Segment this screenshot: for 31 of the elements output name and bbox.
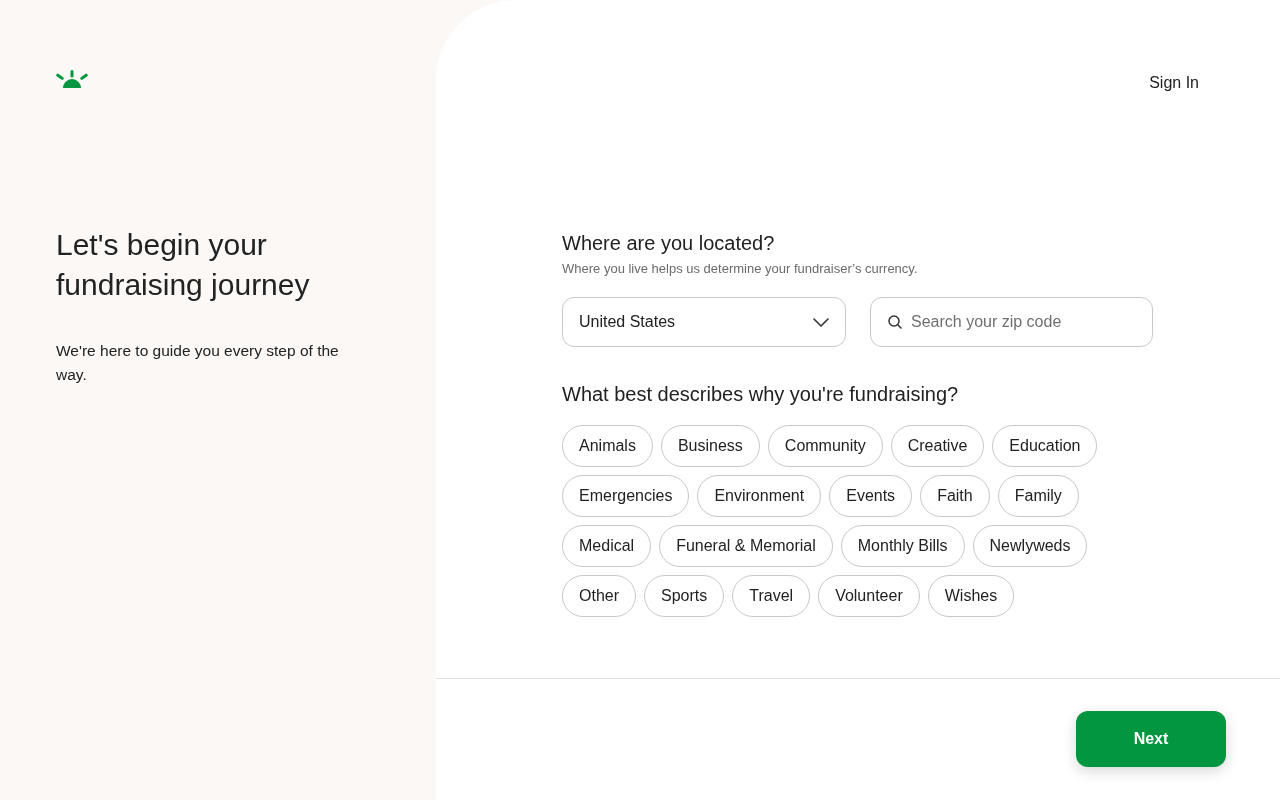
next-button[interactable]: Next: [1076, 711, 1226, 767]
category-chip[interactable]: Medical: [562, 525, 652, 567]
category-chip[interactable]: Events: [829, 475, 913, 517]
category-chip[interactable]: Sports: [644, 575, 725, 617]
category-chip[interactable]: Volunteer: [818, 575, 920, 617]
search-icon: [888, 315, 902, 329]
category-chip[interactable]: Wishes: [927, 575, 1015, 617]
sign-in-link[interactable]: Sign In: [1149, 73, 1199, 93]
chevron-down-icon: [813, 317, 829, 327]
location-question: Where are you located?: [562, 231, 776, 256]
intro-text: We're here to guide you every step of the way.: [56, 341, 340, 385]
category-chip[interactable]: Family: [997, 475, 1079, 517]
country-select[interactable]: United States: [562, 297, 846, 347]
category-chip[interactable]: Education: [992, 425, 1098, 467]
category-chip[interactable]: Animals: [562, 425, 653, 467]
category-question: What best describes why you're fundraising?: [562, 382, 960, 407]
category-chip[interactable]: Emergencies: [562, 475, 690, 517]
location-hint: Where you live helps us determine your fundraiser’s currency.: [562, 260, 919, 278]
category-chip[interactable]: Faith: [920, 475, 990, 517]
category-chip[interactable]: Environment: [697, 475, 822, 517]
category-chip[interactable]: Creative: [890, 425, 985, 467]
category-chip[interactable]: Community: [767, 425, 883, 467]
category-chip[interactable]: Monthly Bills: [840, 525, 965, 567]
sun-logo-icon[interactable]: [56, 70, 88, 88]
category-chip[interactable]: Funeral & Memorial: [659, 525, 833, 567]
category-chip[interactable]: Newlyweds: [972, 525, 1088, 567]
category-chip[interactable]: Other: [562, 575, 636, 617]
category-chip[interactable]: Travel: [732, 575, 811, 617]
category-chip[interactable]: Business: [660, 425, 760, 467]
intro-heading: Let's begin your fundraising journey: [56, 227, 311, 303]
zip-search-field[interactable]: Search your zip code: [870, 297, 1153, 347]
